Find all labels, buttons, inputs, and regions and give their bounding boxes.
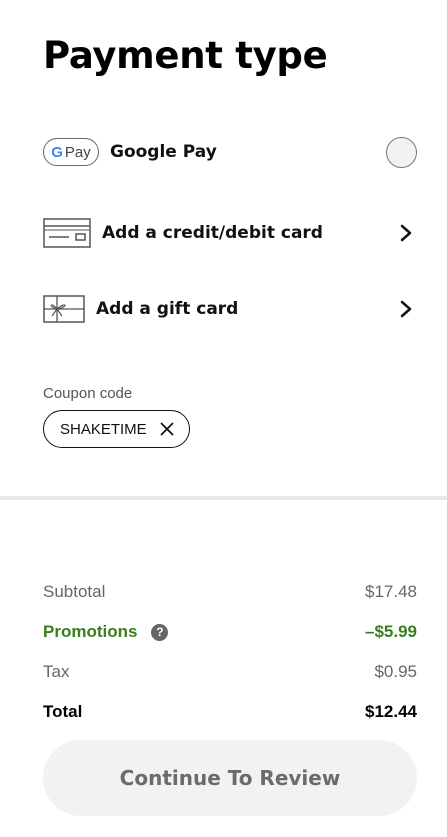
google-pay-radio[interactable] (386, 136, 417, 168)
promotions-label: Promotions (43, 622, 138, 641)
coupon-code-label: Coupon code (43, 385, 133, 402)
subtotal-row: Subtotal $17.48 (43, 582, 417, 602)
credit-card-icon (43, 218, 91, 248)
total-row: Total $12.44 (43, 702, 417, 722)
chevron-right-icon (395, 298, 417, 320)
payment-option-google-pay[interactable]: G Pay Google Pay (43, 133, 417, 171)
promotions-value: –$5.99 (365, 622, 417, 641)
payment-option-credit-card[interactable]: Add a credit/debit card (43, 213, 417, 253)
credit-card-label: Add a credit/debit card (102, 223, 323, 243)
total-value: $12.44 (365, 702, 417, 721)
total-label: Total (43, 702, 83, 721)
google-g-letter: G (51, 143, 63, 161)
tax-row: Tax $0.95 (43, 662, 417, 682)
page-title: Payment type (43, 34, 328, 77)
payment-option-gift-card[interactable]: Add a gift card (43, 292, 417, 326)
gift-card-icon (43, 295, 85, 323)
google-pay-label: Google Pay (110, 142, 217, 162)
coupon-code-text: SHAKETIME (60, 420, 147, 438)
chevron-right-icon (395, 222, 417, 244)
google-pay-badge-text: Pay (64, 143, 91, 161)
subtotal-label: Subtotal (43, 582, 106, 601)
google-pay-icon: G Pay (43, 138, 99, 166)
promotions-row: Promotions ? –$5.99 (43, 622, 417, 642)
tax-value: $0.95 (374, 662, 417, 681)
subtotal-value: $17.48 (365, 582, 417, 601)
coupon-chip: SHAKETIME (43, 410, 190, 448)
gift-card-label: Add a gift card (96, 299, 239, 319)
continue-to-review-button[interactable]: Continue To Review (43, 740, 417, 816)
tax-label: Tax (43, 662, 70, 681)
close-icon[interactable] (159, 421, 175, 437)
help-icon[interactable]: ? (151, 623, 169, 641)
section-divider (0, 496, 447, 500)
